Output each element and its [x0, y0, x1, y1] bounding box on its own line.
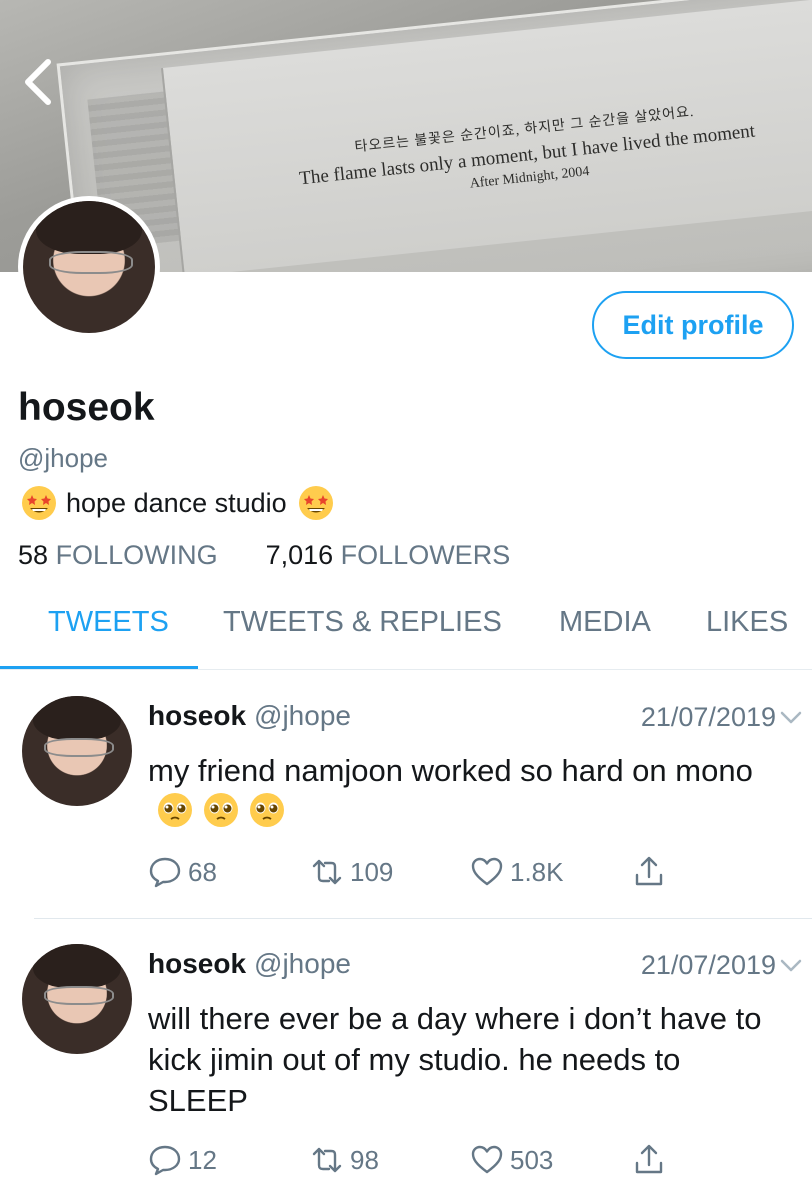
share-button[interactable]: [632, 1143, 672, 1177]
share-icon: [635, 856, 663, 886]
avatar-image: [23, 201, 155, 333]
edit-profile-button[interactable]: Edit profile: [592, 291, 794, 359]
retweet-button[interactable]: 98: [310, 1143, 379, 1177]
tweet-author[interactable]: hoseok @jhope: [148, 948, 351, 980]
like-count: 503: [510, 1144, 554, 1175]
tweet-avatar[interactable]: [22, 696, 132, 806]
tweet-date: 21/07/2019: [640, 950, 776, 980]
followers-label: FOLLOWERS: [340, 540, 511, 570]
tweet-text: my friend namjoon worked so hard on mono: [148, 750, 788, 833]
reply-count: 68: [188, 856, 217, 887]
retweet-count: 109: [350, 856, 394, 887]
following-count: 58: [18, 540, 49, 570]
tweet-author-name: hoseok: [148, 948, 247, 979]
like-button[interactable]: 503: [470, 1143, 553, 1177]
pleading-face-emoji-icon: [204, 793, 238, 827]
tweet-date: 21/07/2019: [640, 702, 776, 732]
followers-count: 7,016: [265, 540, 334, 570]
back-chevron-icon: [25, 59, 51, 105]
share-icon: [635, 1144, 663, 1174]
profile-bio: hope dance studio: [18, 484, 335, 522]
tab-tweets-and-replies[interactable]: TWEETS & REPLIES: [223, 606, 502, 639]
avatar-image: [22, 944, 132, 1054]
profile-stats: 58 FOLLOWING 7,016 FOLLOWERS: [18, 540, 558, 571]
tab-tweets[interactable]: TWEETS: [48, 606, 169, 639]
followers-stat[interactable]: 7,016 FOLLOWERS: [266, 540, 511, 571]
tweet-author[interactable]: hoseok @jhope: [148, 700, 351, 732]
following-stat[interactable]: 58 FOLLOWING: [18, 540, 218, 571]
chevron-down-icon[interactable]: [778, 708, 804, 728]
star-struck-emoji-icon: [298, 486, 333, 520]
tweet-divider: [34, 918, 812, 919]
reply-button[interactable]: 12: [148, 1143, 217, 1177]
reply-count: 12: [188, 1144, 217, 1175]
retweet-button[interactable]: 109: [310, 855, 393, 889]
chevron-down-icon[interactable]: [778, 956, 804, 976]
following-label: FOLLOWING: [55, 540, 218, 570]
like-button[interactable]: 1.8K: [470, 855, 564, 889]
like-count: 1.8K: [510, 856, 564, 887]
tweet-author-name: hoseok: [148, 700, 247, 731]
profile-handle: @jhope: [18, 443, 109, 473]
retweet-icon: [312, 1147, 342, 1173]
tab-likes[interactable]: LIKES: [706, 606, 788, 639]
profile-bio-text: hope dance studio: [66, 487, 287, 518]
retweet-icon: [312, 859, 342, 885]
retweet-count: 98: [350, 1144, 379, 1175]
tabs-divider: [0, 669, 812, 670]
reply-icon: [149, 1145, 181, 1176]
pleading-face-emoji-icon: [158, 793, 192, 827]
profile-tabs: TWEETS TWEETS & REPLIES MEDIA LIKES: [0, 598, 812, 670]
tweet-actions: 12 98 503: [148, 1143, 708, 1193]
tweet-author-handle: @jhope: [254, 948, 351, 979]
profile-avatar[interactable]: [18, 196, 160, 338]
like-heart-icon: [471, 857, 503, 886]
share-button[interactable]: [632, 855, 672, 889]
tab-media[interactable]: MEDIA: [559, 606, 651, 639]
avatar-image: [22, 696, 132, 806]
pleading-face-emoji-icon: [250, 793, 284, 827]
profile-display-name: hoseok: [18, 386, 155, 429]
like-heart-icon: [471, 1145, 503, 1174]
tweet-avatar[interactable]: [22, 944, 132, 1054]
tweet-author-handle: @jhope: [254, 700, 351, 731]
tweet-text: will there ever be a day where i don’t h…: [148, 1001, 762, 1118]
tweet-actions: 68 109 1.8K: [148, 855, 708, 905]
back-button[interactable]: [18, 56, 58, 108]
tweet-text-content: my friend namjoon worked so hard on mono: [148, 753, 753, 788]
star-struck-emoji-icon: [22, 486, 56, 520]
reply-icon: [149, 857, 181, 888]
reply-button[interactable]: 68: [148, 855, 217, 889]
